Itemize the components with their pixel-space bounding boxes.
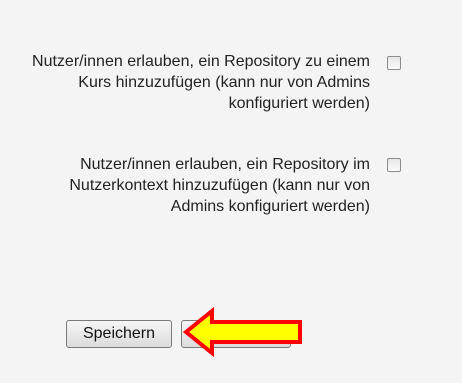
checkbox-user-context-repository[interactable]	[387, 158, 401, 172]
option-label-user-context-repository: Nutzer/innen erlauben, ein Repository im…	[69, 156, 370, 215]
cancel-button[interactable]	[181, 320, 291, 348]
settings-panel: Nutzer/innen erlauben, ein Repository zu…	[0, 0, 462, 383]
option-label-course-repository: Nutzer/innen erlauben, ein Repository zu…	[32, 53, 370, 112]
save-button[interactable]: Speichern	[66, 320, 172, 348]
checkbox-course-repository[interactable]	[387, 56, 401, 70]
